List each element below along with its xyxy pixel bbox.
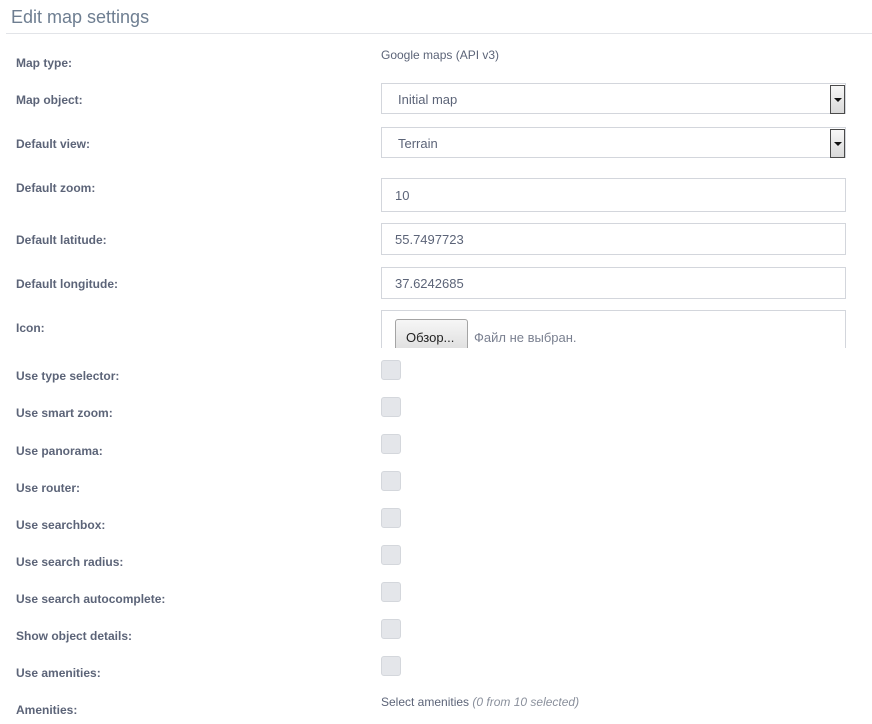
default-zoom-label: Default zoom: bbox=[16, 181, 96, 195]
use-smart-zoom-checkbox[interactable] bbox=[381, 397, 401, 417]
use-type-selector-checkbox[interactable] bbox=[381, 360, 401, 380]
map-object-selected-value: Initial map bbox=[398, 92, 458, 107]
use-searchbox-label: Use searchbox: bbox=[16, 518, 106, 532]
icon-label: Icon: bbox=[16, 321, 45, 335]
map-object-label: Map object: bbox=[16, 93, 83, 107]
use-search-radius-label: Use search radius: bbox=[16, 555, 124, 569]
default-view-select[interactable]: Terrain bbox=[381, 127, 846, 158]
default-longitude-value: 37.6242685 bbox=[395, 276, 464, 291]
map-type-value: Google maps (API v3) bbox=[381, 48, 500, 62]
use-search-autocomplete-checkbox[interactable] bbox=[381, 582, 401, 602]
default-zoom-value: 10 bbox=[395, 188, 410, 203]
select-amenities-link[interactable]: Select amenities bbox=[381, 695, 469, 709]
use-search-autocomplete-label: Use search autocomplete: bbox=[16, 592, 166, 606]
browse-button[interactable]: Обзор... bbox=[395, 319, 468, 348]
amenities-selector[interactable]: Select amenities (0 from 10 selected) bbox=[381, 695, 579, 709]
file-status-text: Файл не выбран. bbox=[474, 330, 577, 345]
use-type-selector-label: Use type selector: bbox=[16, 369, 120, 383]
icon-file-input[interactable]: Обзор... Файл не выбран. bbox=[381, 310, 846, 348]
default-view-selected-value: Terrain bbox=[398, 136, 438, 151]
chevron-down-icon[interactable] bbox=[830, 129, 845, 158]
default-view-label: Default view: bbox=[16, 137, 91, 151]
show-object-details-checkbox[interactable] bbox=[381, 619, 401, 639]
use-router-label: Use router: bbox=[16, 481, 81, 495]
use-panorama-label: Use panorama: bbox=[16, 444, 103, 458]
default-latitude-value: 55.7497723 bbox=[395, 232, 464, 247]
default-latitude-label: Default latitude: bbox=[16, 233, 107, 247]
title-divider bbox=[6, 33, 872, 34]
map-object-select[interactable]: Initial map bbox=[381, 83, 846, 114]
use-search-radius-checkbox[interactable] bbox=[381, 545, 401, 565]
amenities-count: (0 from 10 selected) bbox=[472, 695, 580, 709]
default-longitude-label: Default longitude: bbox=[16, 277, 118, 291]
use-router-checkbox[interactable] bbox=[381, 471, 401, 491]
use-amenities-label: Use amenities: bbox=[16, 666, 101, 680]
default-longitude-input[interactable]: 37.6242685 bbox=[381, 267, 846, 299]
use-searchbox-checkbox[interactable] bbox=[381, 508, 401, 528]
use-panorama-checkbox[interactable] bbox=[381, 434, 401, 454]
amenities-label: Amenities: bbox=[16, 703, 78, 717]
default-latitude-input[interactable]: 55.7497723 bbox=[381, 223, 846, 255]
show-object-details-label: Show object details: bbox=[16, 629, 133, 643]
use-smart-zoom-label: Use smart zoom: bbox=[16, 406, 113, 420]
page-title: Edit map settings bbox=[11, 7, 150, 27]
chevron-down-icon[interactable] bbox=[830, 85, 845, 114]
use-amenities-checkbox[interactable] bbox=[381, 656, 401, 676]
map-type-label: Map type: bbox=[16, 56, 73, 70]
default-zoom-input[interactable]: 10 bbox=[381, 178, 846, 212]
